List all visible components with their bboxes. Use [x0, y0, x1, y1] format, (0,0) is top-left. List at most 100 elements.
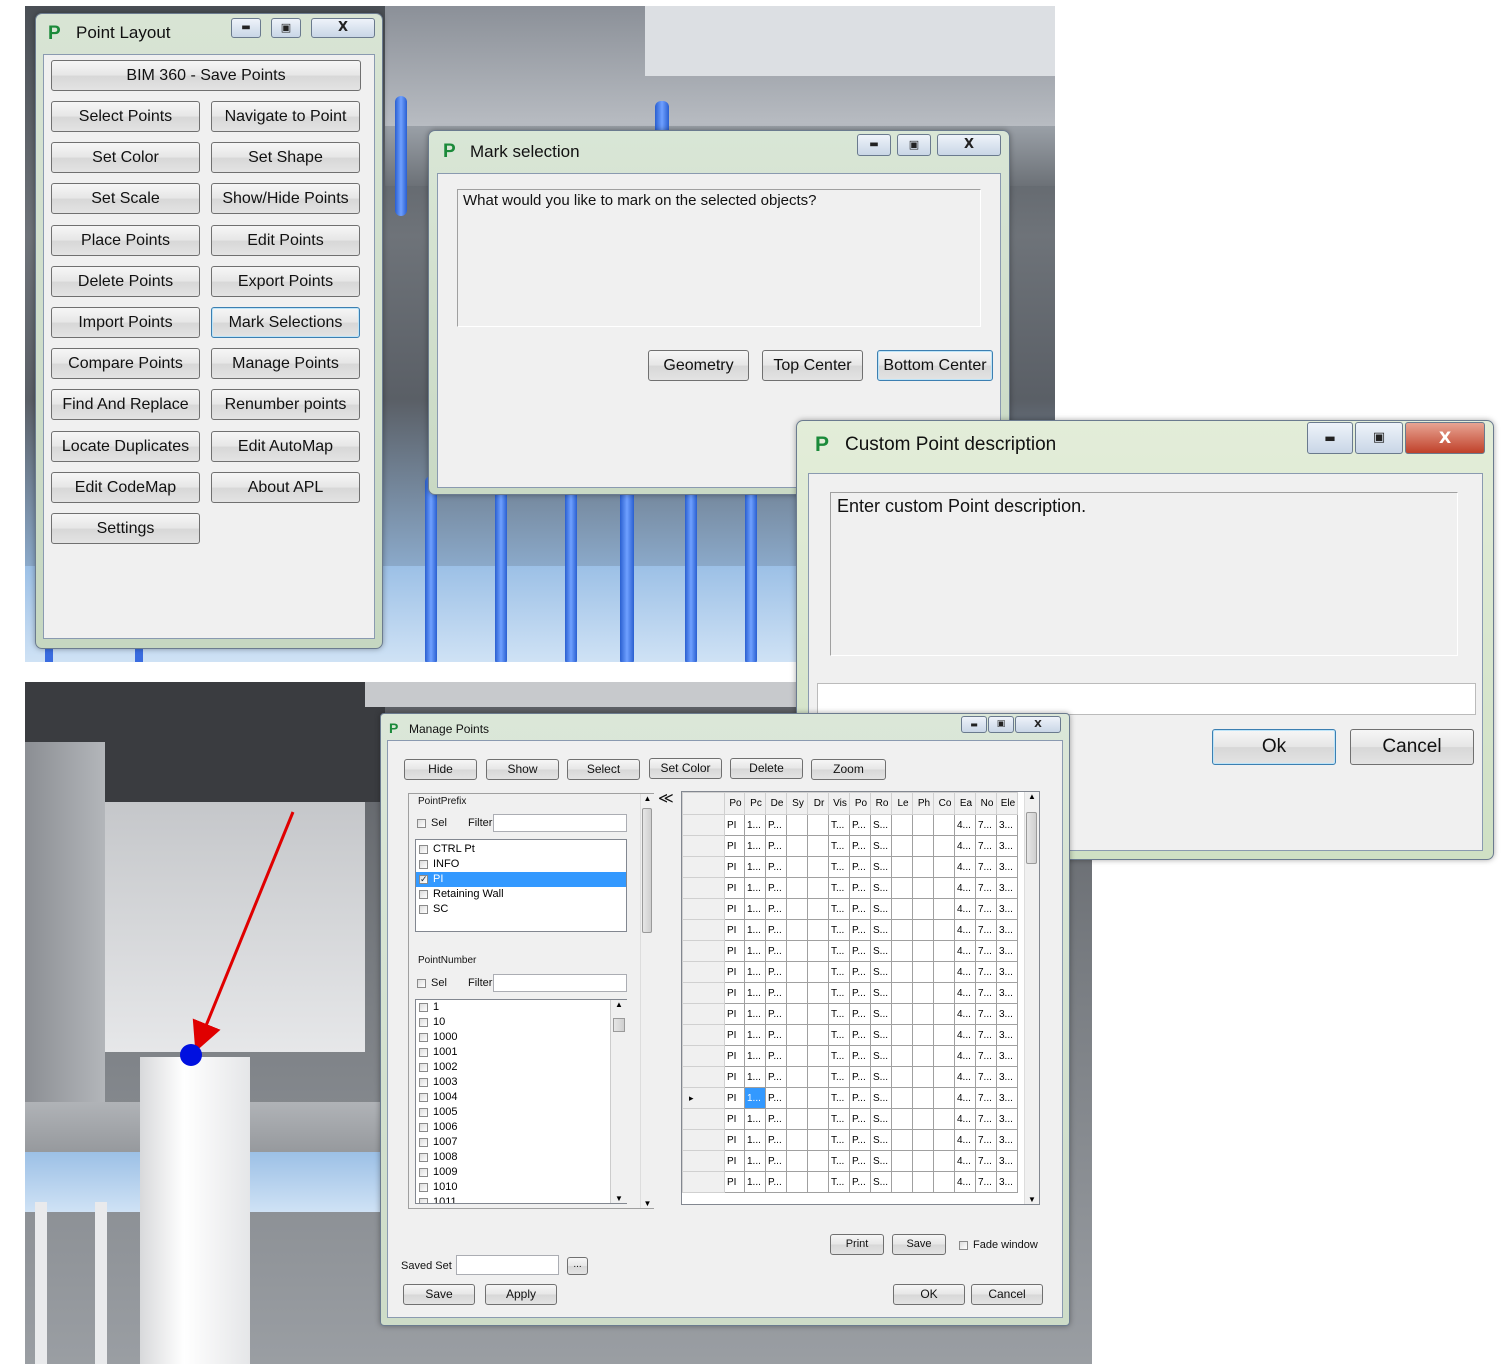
grid-cell[interactable] [891, 1045, 913, 1067]
table-row[interactable]: PI 1... P... T... P... S... 4... 7... 3... [682, 1045, 1018, 1067]
grid-cell[interactable] [933, 1108, 955, 1130]
grid-cell[interactable] [912, 1171, 934, 1193]
checkbox-icon[interactable] [419, 1107, 428, 1117]
checkbox-icon[interactable] [419, 1092, 428, 1102]
row-header[interactable] [682, 1108, 725, 1130]
grid-cell[interactable]: 4... [954, 1087, 976, 1109]
grid-cell[interactable]: 1... [744, 982, 766, 1004]
grid-cell[interactable]: 1... [744, 835, 766, 857]
checkbox-icon[interactable] [419, 1152, 428, 1162]
set-scale-button[interactable]: Set Scale [51, 183, 200, 215]
grid-cell[interactable]: 1... [744, 1150, 766, 1172]
grid-cell[interactable]: 4... [954, 898, 976, 920]
mark-selections-button[interactable]: Mark Selections [211, 307, 360, 338]
checkbox-icon[interactable] [419, 859, 428, 869]
grid-cell[interactable]: 3... [996, 1150, 1018, 1172]
grid-cell[interactable]: PI [724, 835, 745, 857]
number-list-item[interactable]: 1004 [416, 1090, 626, 1105]
grid-cell[interactable]: P... [765, 898, 787, 920]
checkbox-icon[interactable] [419, 1002, 428, 1012]
points-grid[interactable]: Po Pc De Sy Dr Vis Po Ro Le Ph Co Ea No Ele PI 1... P...… [681, 791, 1040, 1205]
grid-cell[interactable]: 7... [975, 1045, 997, 1067]
grid-cell[interactable]: P... [849, 1171, 871, 1193]
grid-cell[interactable] [891, 982, 913, 1004]
column-header[interactable]: Ro [870, 792, 892, 815]
grid-cell[interactable]: S... [870, 1129, 892, 1151]
select-points-button[interactable]: Select Points [51, 101, 200, 132]
export-points-button[interactable]: Export Points [211, 265, 360, 297]
grid-cell[interactable]: P... [849, 1045, 871, 1067]
grid-cell[interactable]: P... [765, 1066, 787, 1088]
grid-cell[interactable]: P... [849, 961, 871, 983]
close-button[interactable]: X [937, 134, 1001, 156]
grid-cell[interactable]: T... [828, 919, 850, 941]
grid-cell[interactable] [786, 814, 808, 836]
apply-button[interactable]: Apply [485, 1284, 557, 1305]
grid-cell[interactable]: 4... [954, 1171, 976, 1193]
row-header[interactable] [682, 1066, 725, 1088]
edit-automap-button[interactable]: Edit AutoMap [211, 430, 360, 462]
grid-cell[interactable]: 4... [954, 835, 976, 857]
grid-cell[interactable] [933, 877, 955, 899]
grid-cell[interactable] [933, 1171, 955, 1193]
grid-cell[interactable]: 1... [744, 1045, 766, 1067]
import-points-button[interactable]: Import Points [51, 307, 200, 338]
delete-button[interactable]: Delete [730, 758, 803, 779]
save-button[interactable]: Save [403, 1284, 475, 1305]
grid-cell[interactable]: 3... [996, 877, 1018, 899]
checkbox-icon[interactable] [419, 1137, 428, 1147]
column-header[interactable]: Dr [807, 792, 829, 815]
place-points-button[interactable]: Place Points [51, 224, 200, 256]
top-center-button[interactable]: Top Center [762, 350, 863, 381]
grid-cell[interactable]: T... [828, 1087, 850, 1109]
grid-cell[interactable] [891, 919, 913, 941]
checkbox-icon[interactable] [419, 904, 428, 914]
grid-cell[interactable]: 4... [954, 1150, 976, 1172]
grid-cell[interactable] [891, 961, 913, 983]
grid-cell[interactable] [891, 898, 913, 920]
close-button[interactable]: X [1405, 422, 1485, 454]
cancel-button[interactable]: Cancel [971, 1284, 1043, 1305]
grid-cell[interactable] [807, 1045, 829, 1067]
grid-cell[interactable]: T... [828, 1024, 850, 1046]
grid-cell[interactable]: 3... [996, 1108, 1018, 1130]
grid-cell[interactable]: P... [849, 1087, 871, 1109]
close-button[interactable]: X [1015, 716, 1061, 733]
row-header[interactable] [682, 1129, 725, 1151]
grid-cell[interactable]: 7... [975, 877, 997, 899]
maximize-button[interactable]: ▣ [897, 134, 931, 156]
column-header[interactable]: Ph [912, 792, 934, 815]
grid-cell[interactable]: 1... [744, 940, 766, 962]
grid-cell[interactable]: 7... [975, 1024, 997, 1046]
row-header[interactable] [682, 940, 725, 962]
grid-cell[interactable]: 1... [744, 1087, 766, 1109]
grid-cell[interactable] [912, 961, 934, 983]
grid-cell[interactable] [912, 1045, 934, 1067]
grid-cell[interactable]: 1... [744, 1129, 766, 1151]
grid-cell[interactable] [891, 1150, 913, 1172]
grid-cell[interactable] [891, 1003, 913, 1025]
grid-cell[interactable] [807, 835, 829, 857]
grid-cell[interactable] [786, 1024, 808, 1046]
locate-duplicates-button[interactable]: Locate Duplicates [51, 430, 200, 462]
select-button[interactable]: Select [567, 759, 640, 780]
grid-cell[interactable]: P... [849, 919, 871, 941]
grid-cell[interactable] [891, 814, 913, 836]
grid-cell[interactable]: 3... [996, 1045, 1018, 1067]
grid-cell[interactable]: 3... [996, 919, 1018, 941]
prefix-list-item[interactable]: PI [416, 872, 626, 887]
points-table[interactable]: Po Pc De Sy Dr Vis Po Ro Le Ph Co Ea No Ele PI 1... P...… [682, 792, 1018, 1193]
find-and-replace-button[interactable]: Find And Replace [51, 389, 200, 421]
grid-cell[interactable]: 1... [744, 877, 766, 899]
grid-cell[interactable]: P... [765, 1045, 787, 1067]
grid-cell[interactable] [807, 1087, 829, 1109]
grid-cell[interactable]: 3... [996, 961, 1018, 983]
grid-cell[interactable] [912, 1108, 934, 1130]
grid-cell[interactable] [807, 1150, 829, 1172]
grid-cell[interactable]: PI [724, 814, 745, 836]
grid-cell[interactable]: P... [849, 1066, 871, 1088]
grid-cell[interactable] [807, 856, 829, 878]
grid-cell[interactable] [891, 856, 913, 878]
scroll-up-icon[interactable]: ▲ [1025, 792, 1039, 801]
grid-cell[interactable] [912, 1150, 934, 1172]
